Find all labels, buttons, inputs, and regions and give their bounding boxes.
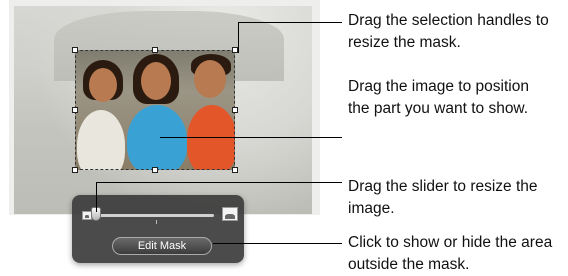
callout-resize-mask: Drag the selection handles to resize the… [348, 12, 549, 51]
callout-line-3-vertical [96, 182, 97, 212]
selection-handle-bottom[interactable] [152, 167, 158, 173]
selection-handle-bottom-left[interactable] [72, 167, 78, 173]
edit-mask-button[interactable]: Edit Mask [112, 237, 212, 255]
callout-position-image: Drag the image to position the part you … [348, 78, 529, 117]
callout-resize-image: Drag the slider to resize the image. [348, 178, 538, 217]
callout-line-4 [213, 243, 342, 244]
selection-handle-top[interactable] [152, 47, 158, 53]
callout-line-1 [238, 22, 342, 23]
callout-show-hide: Click to show or hide the area outside t… [348, 234, 553, 273]
mask-selection-border[interactable] [75, 50, 235, 170]
selection-handle-left[interactable] [72, 107, 78, 113]
callout-line-2 [160, 137, 342, 138]
edit-mask-hud: Edit Mask [72, 195, 244, 263]
zoom-slider-tick [156, 220, 157, 224]
callout-line-1-vertical [238, 22, 239, 53]
selection-handle-top-left[interactable] [72, 47, 78, 53]
selection-handle-bottom-right[interactable] [232, 167, 238, 173]
callout-line-3 [96, 182, 342, 183]
large-image-icon [222, 207, 238, 221]
zoom-slider-track[interactable] [98, 214, 214, 217]
selection-handle-right[interactable] [232, 107, 238, 113]
